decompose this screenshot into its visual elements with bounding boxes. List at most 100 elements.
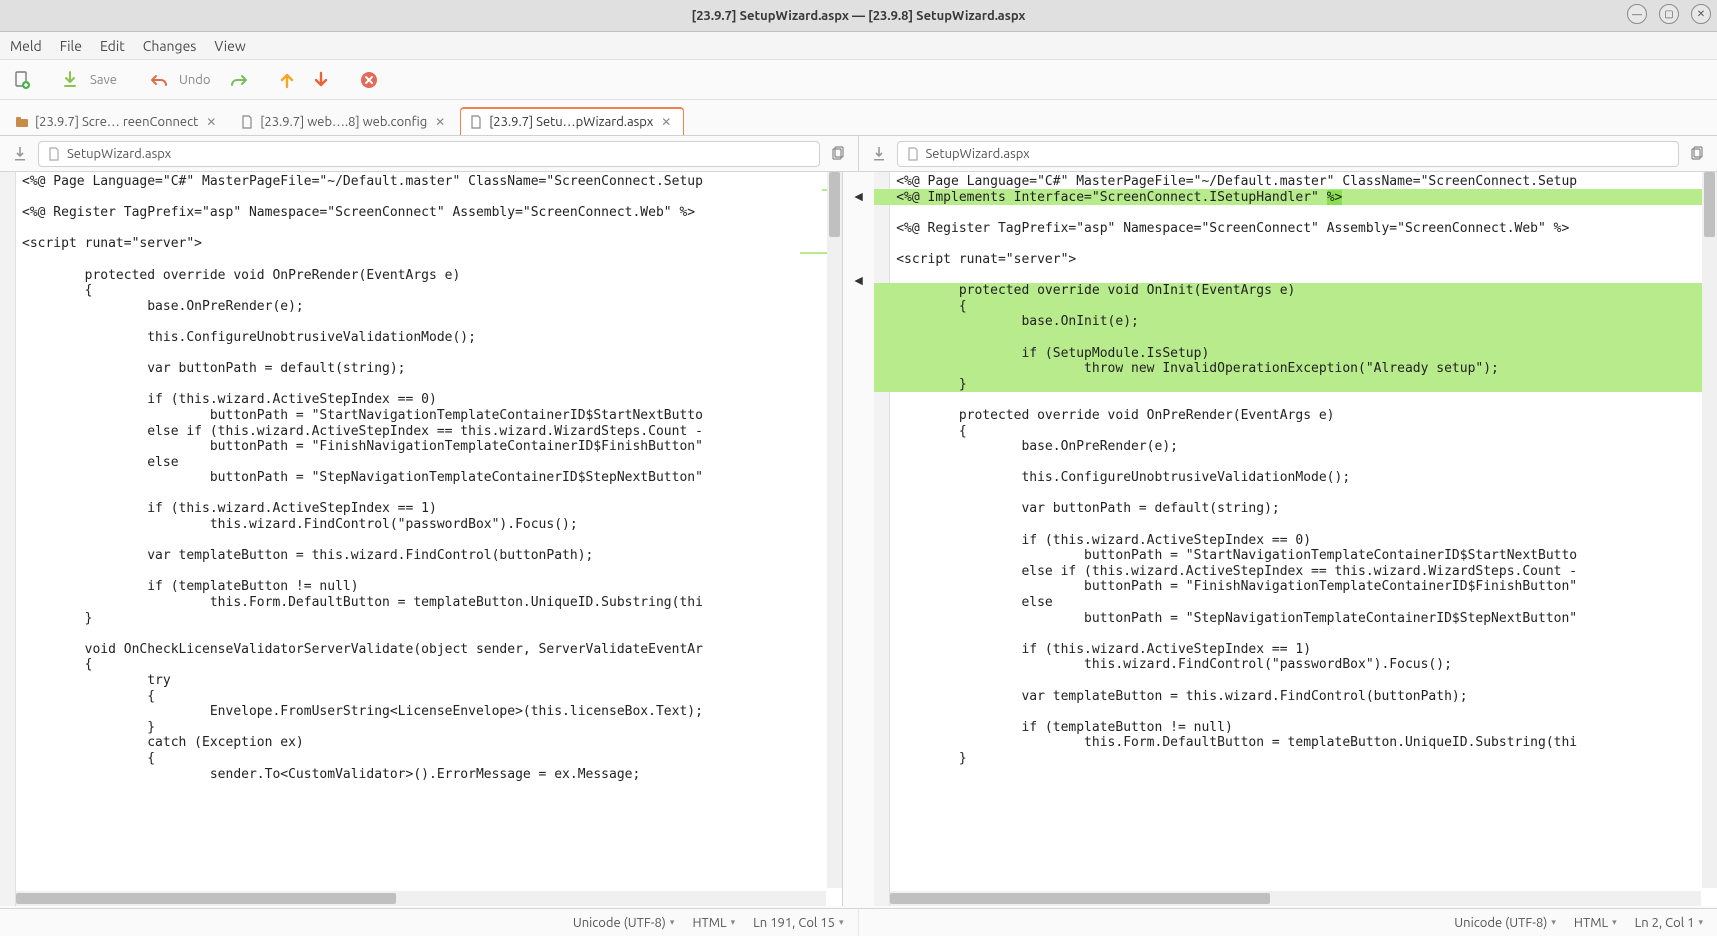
close-circle-icon	[360, 71, 378, 89]
save-right-button[interactable]	[867, 142, 891, 166]
added-line: <%@ Implements Interface="ScreenConnect.…	[896, 190, 1695, 206]
merge-left-arrow-icon[interactable]: ◄	[852, 272, 866, 288]
right-pane: <%@ Page Language="C#" MasterPageFile="~…	[874, 172, 1717, 906]
file-path-right[interactable]: SetupWizard.aspx	[897, 141, 1680, 167]
chevron-down-icon: ▾	[839, 917, 844, 928]
redo-button[interactable]	[225, 66, 253, 94]
left-pane: <%@ Page Language="C#" MasterPageFile="~…	[0, 172, 843, 906]
cancel-button[interactable]	[355, 66, 383, 94]
statusbar: Unicode (UTF-8) ▾ HTML ▾ Ln 191, Col 15 ▾ U…	[0, 908, 1717, 936]
position-label: Ln 191, Col 15	[753, 916, 835, 930]
maximize-button[interactable]: ▢	[1659, 4, 1679, 24]
merge-left-arrow-icon[interactable]: ◄	[852, 188, 866, 204]
added-text: <%@ Implements Interface="ScreenConnect.…	[896, 190, 1326, 205]
right-scrollbar-v[interactable]	[1702, 172, 1717, 888]
file-icon	[906, 147, 920, 161]
diff-link-column: ◄ ◄	[843, 172, 874, 906]
tab-label: [23.9.7] Setu…pWizard.aspx	[489, 115, 653, 129]
arrow-up-icon	[279, 71, 295, 89]
status-right: Unicode (UTF-8)▾ HTML▾ Ln 2, Col 1▾	[859, 909, 1717, 936]
added-text-strong: %>	[1327, 190, 1343, 205]
tab-label: [23.9.7] web….8] web.config	[260, 115, 427, 129]
window-controls: — ▢ ✕	[1627, 4, 1711, 24]
file-icon	[240, 115, 254, 129]
tab-close-button[interactable]: ✕	[433, 115, 447, 129]
left-code[interactable]: <%@ Page Language="C#" MasterPageFile="~…	[16, 172, 826, 888]
lang-label: HTML	[692, 916, 726, 930]
titlebar: [23.9.7] SetupWizard.aspx — [23.9.8] Set…	[0, 0, 1717, 32]
chevron-down-icon: ▾	[731, 917, 736, 928]
lang-label: HTML	[1574, 916, 1608, 930]
copy-icon	[830, 146, 846, 162]
code-block: <%@ Register TagPrefix="asp" Namespace="…	[896, 221, 1569, 267]
lang-selector-right[interactable]: HTML ▾	[1574, 916, 1617, 930]
window-title: [23.9.7] SetupWizard.aspx — [23.9.8] Set…	[692, 9, 1026, 23]
undo-icon	[150, 73, 168, 87]
menu-meld[interactable]: Meld	[10, 38, 42, 54]
tab-close-button[interactable]: ✕	[204, 115, 218, 129]
file-header-left: SetupWizard.aspx	[0, 136, 859, 171]
save-button[interactable]	[56, 66, 84, 94]
menu-view[interactable]: View	[214, 38, 245, 54]
prev-change-button[interactable]	[273, 66, 301, 94]
tab-webconfig[interactable]: [23.9.7] web….8] web.config ✕	[231, 108, 458, 135]
tabbar: [23.9.7] Scre… reenConnect ✕ [23.9.7] we…	[0, 100, 1717, 136]
diff-container: <%@ Page Language="C#" MasterPageFile="~…	[0, 172, 1717, 906]
chevron-down-icon: ▾	[1698, 917, 1703, 928]
chevron-down-icon: ▾	[1612, 917, 1617, 928]
chevron-down-icon: ▾	[670, 917, 675, 928]
copy-left-button[interactable]	[826, 142, 850, 166]
encoding-label: Unicode (UTF-8)	[573, 916, 666, 930]
save-arrow-down-icon	[62, 71, 78, 89]
menu-changes[interactable]: Changes	[143, 38, 197, 54]
encoding-selector-right[interactable]: Unicode (UTF-8) ▾	[1454, 916, 1556, 930]
file-path-left[interactable]: SetupWizard.aspx	[38, 141, 820, 167]
code-line: <%@ Page Language="C#" MasterPageFile="~…	[896, 174, 1577, 189]
position-label: Ln 2, Col 1	[1635, 916, 1695, 930]
position-selector-left[interactable]: Ln 191, Col 15 ▾	[753, 916, 843, 930]
folder-icon	[15, 115, 29, 129]
save-arrow-down-icon	[872, 146, 886, 162]
new-comparison-button[interactable]	[8, 66, 36, 94]
right-scrollbar-h[interactable]	[890, 891, 1701, 906]
toolbar: Save Undo	[0, 60, 1717, 100]
file-header-right: SetupWizard.aspx	[859, 136, 1717, 171]
left-gutter	[0, 172, 16, 906]
position-selector-right[interactable]: Ln 2, Col 1▾	[1635, 916, 1703, 930]
added-block: protected override void OnInit(EventArgs…	[896, 283, 1695, 392]
tab-screenconnect[interactable]: [23.9.7] Scre… reenConnect ✕	[6, 108, 229, 135]
save-arrow-down-icon	[13, 146, 27, 162]
lang-selector-left[interactable]: HTML ▾	[692, 916, 735, 930]
undo-label: Undo	[179, 73, 211, 87]
tab-label: [23.9.7] Scre… reenConnect	[35, 115, 198, 129]
menu-file[interactable]: File	[60, 38, 82, 54]
copy-right-button[interactable]	[1685, 142, 1709, 166]
left-scrollbar-v[interactable]	[827, 172, 842, 888]
undo-button[interactable]	[145, 66, 173, 94]
tab-setupwizard[interactable]: [23.9.7] Setu…pWizard.aspx ✕	[460, 107, 684, 135]
minimize-button[interactable]: —	[1627, 4, 1647, 24]
encoding-label: Unicode (UTF-8)	[1454, 916, 1547, 930]
next-change-button[interactable]	[307, 66, 335, 94]
save-left-button[interactable]	[8, 142, 32, 166]
menubar: Meld File Edit Changes View	[0, 32, 1717, 60]
file-icon	[47, 147, 61, 161]
right-code[interactable]: <%@ Page Language="C#" MasterPageFile="~…	[890, 172, 1701, 888]
encoding-selector-left[interactable]: Unicode (UTF-8) ▾	[573, 916, 675, 930]
tab-close-button[interactable]: ✕	[659, 115, 673, 129]
code-block: protected override void OnPreRender(Even…	[896, 408, 1577, 766]
file-path-label: SetupWizard.aspx	[926, 147, 1030, 161]
file-icon	[469, 115, 483, 129]
menu-edit[interactable]: Edit	[100, 38, 125, 54]
status-left: Unicode (UTF-8) ▾ HTML ▾ Ln 191, Col 15 ▾	[0, 909, 859, 936]
file-header-row: SetupWizard.aspx SetupWizard.aspx	[0, 136, 1717, 172]
left-scrollbar-h[interactable]	[16, 891, 826, 906]
chevron-down-icon: ▾	[1551, 917, 1556, 928]
save-label: Save	[90, 73, 117, 87]
file-path-label: SetupWizard.aspx	[67, 147, 171, 161]
close-window-button[interactable]: ✕	[1691, 4, 1711, 24]
arrow-down-icon	[313, 71, 329, 89]
document-plus-icon	[12, 70, 32, 90]
redo-icon	[230, 73, 248, 87]
copy-icon	[1689, 146, 1705, 162]
